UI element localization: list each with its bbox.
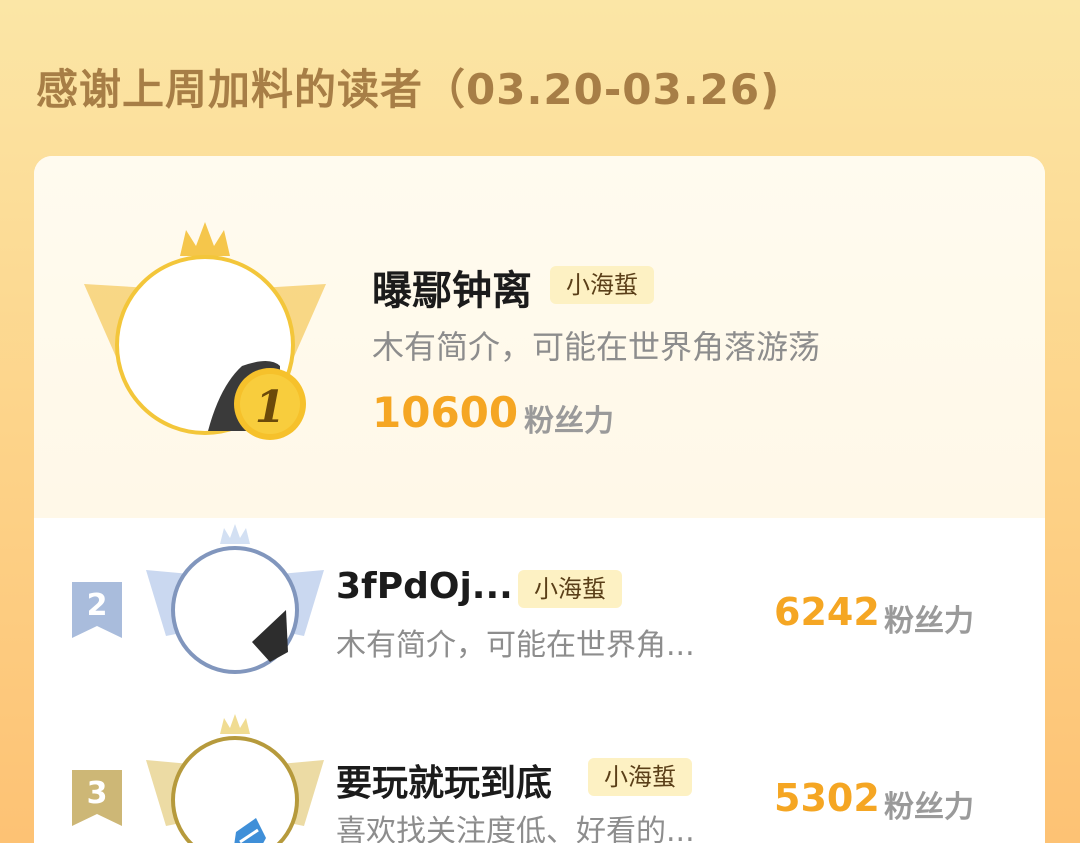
rank-2-number: 2 xyxy=(86,588,108,623)
page-title: 感谢上周加料的读者（03.20-03.26) xyxy=(36,65,781,114)
reader-1-badge: 小海蜇 xyxy=(550,266,654,304)
gold-laurel-frame-icon: 1 xyxy=(84,222,326,440)
rank-1-medal-number: 1 xyxy=(255,382,286,433)
reader-3-bio: 喜欢找关注度低、好看的... xyxy=(336,814,695,843)
reader-3-badge: 小海蜇 xyxy=(588,758,692,796)
reader-1-avatar[interactable]: 1 xyxy=(80,216,330,456)
bronze-laurel-frame-icon xyxy=(146,714,324,843)
reader-3-name[interactable]: 要玩就玩到底 xyxy=(336,754,552,806)
reader-1-bio: 木有简介，可能在世界角落游荡 xyxy=(372,328,821,366)
reader-2-bio: 木有简介，可能在世界角... xyxy=(336,628,695,663)
reader-3-fans-value: 5302 xyxy=(774,776,880,820)
rank-2-ribbon: 2 xyxy=(72,582,122,638)
reader-1-name[interactable]: 曝鄢钟离 xyxy=(372,258,532,316)
reader-2-name[interactable]: 3fPdOj... xyxy=(336,566,513,607)
reader-2-fans-value: 6242 xyxy=(774,590,880,634)
reader-2-badge: 小海蜇 xyxy=(518,570,622,608)
reader-3-avatar[interactable] xyxy=(140,712,330,843)
reader-ranking-card: 1 曝鄢钟离 小海蜇 木有简介，可能在世界角落游荡 10600 粉丝力 2 3f… xyxy=(34,156,1045,843)
rank-3-number: 3 xyxy=(86,776,108,811)
reader-2-fans-label: 粉丝力 xyxy=(884,604,974,639)
rank-3-ribbon: 3 xyxy=(72,770,122,826)
reader-2-avatar[interactable] xyxy=(140,522,330,682)
reader-1-fans-label: 粉丝力 xyxy=(524,404,614,439)
silver-laurel-frame-icon xyxy=(146,524,324,674)
reader-1-fans-value: 10600 xyxy=(372,388,519,437)
reader-3-fans-label: 粉丝力 xyxy=(884,790,974,825)
